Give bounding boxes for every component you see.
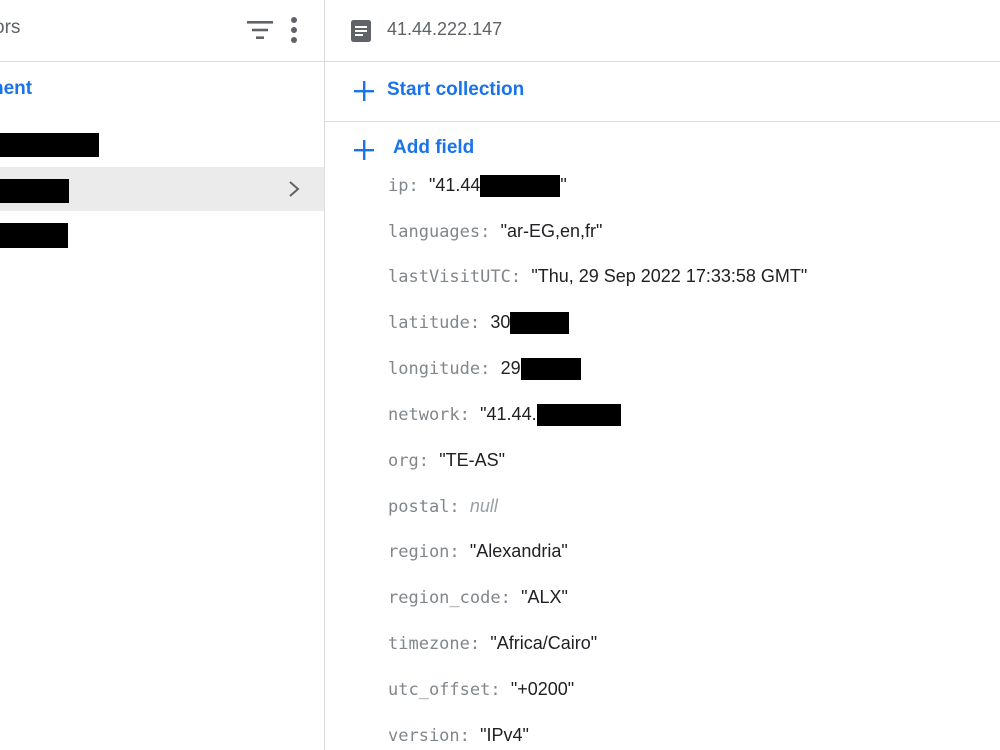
redacted-value [480,175,561,198]
field-row-latitude[interactable]: latitude: 30 [388,312,570,340]
field-key: region_code [388,588,501,608]
field-value: "41.44 [428,175,481,195]
field-row-languages[interactable]: languages: "ar-EG,en,fr" [388,221,602,249]
field-row-network[interactable]: network: "41.44. [388,404,621,432]
field-key: postal [388,497,450,517]
field-row-postal[interactable]: postal: null [388,496,498,524]
field-value: 29 [500,358,521,378]
field-colon: : [459,726,481,746]
field-row-region[interactable]: region: "Alexandria" [388,541,568,569]
redacted-document-id [0,179,69,203]
field-value: "41.44. [480,404,537,424]
field-key: utc_offset [388,680,491,700]
field-row-region-code[interactable]: region_code: "ALX" [388,587,568,615]
add-document-button[interactable]: nent [0,78,32,100]
field-row-ip[interactable]: ip: "41.44 " [388,175,567,203]
redacted-value [510,312,570,335]
field-value: 30 [490,312,511,332]
list-item-selected[interactable] [0,167,324,211]
field-key: region [388,542,450,562]
field-key: latitude [388,313,470,333]
field-value: "Alexandria" [469,541,568,561]
field-colon: : [418,451,440,471]
document-icon [351,20,371,42]
chevron-right-icon [289,181,300,197]
field-row-lastvisitutc[interactable]: lastVisitUTC: "Thu, 29 Sep 2022 17:33:58… [388,266,807,294]
firestore-console: ors nent [0,0,1000,750]
field-value-suffix: " [560,175,567,195]
field-row-org[interactable]: org: "TE-AS" [388,450,505,478]
plus-icon [354,81,374,101]
field-key: lastVisitUTC [388,267,511,287]
field-key: network [388,405,460,425]
field-value: "ar-EG,en,fr" [500,221,603,241]
plus-icon [354,140,374,160]
field-colon: : [449,542,470,562]
field-value: "+0200" [510,679,575,699]
field-key: org [388,451,419,471]
field-value: "TE-AS" [439,450,505,470]
field-value: "ALX" [521,587,568,607]
field-row-timezone[interactable]: timezone: "Africa/Cairo" [388,633,597,661]
list-item[interactable] [0,212,324,256]
field-key: longitude [388,359,481,379]
field-key: version [388,726,460,746]
field-colon: : [510,267,532,287]
field-colon: : [469,313,491,333]
field-value: "IPv4" [480,725,529,745]
document-title: 41.44.222.147 [387,19,503,39]
start-collection-button[interactable]: Start collection [387,79,524,101]
documents-panel: ors nent [0,0,325,750]
field-value-null: null [469,496,498,516]
redacted-document-id [0,223,68,248]
add-field-button[interactable]: Add field [393,137,474,159]
field-colon: : [480,359,501,379]
redacted-value [520,358,581,381]
field-row-longitude[interactable]: longitude: 29 [388,358,581,386]
more-vert-icon[interactable] [286,14,302,46]
field-key: languages [388,222,481,242]
start-collection-row: Start collection [325,62,1000,122]
field-key: timezone [388,634,470,654]
field-key: ip [388,176,409,196]
field-value: "Africa/Cairo" [490,633,598,653]
document-header: 41.44.222.147 [325,0,1000,62]
field-row-utc-offset[interactable]: utc_offset: "+0200" [388,679,574,707]
field-row-version[interactable]: version: "IPv4" [388,725,529,750]
redacted-document-id [0,133,99,157]
filter-icon[interactable] [246,18,274,42]
document-panel: 41.44.222.147 Start collection Add field… [325,0,1000,750]
field-colon: : [469,634,491,654]
field-colon: : [490,680,511,700]
field-colon: : [500,588,522,608]
field-colon: : [480,222,501,242]
documents-header: ors [0,0,324,62]
field-colon: : [408,176,429,196]
field-colon: : [449,497,470,517]
redacted-value [536,404,621,427]
field-colon: : [459,405,481,425]
documents-panel-title: ors [0,17,21,38]
list-item[interactable] [0,124,324,168]
field-value: "Thu, 29 Sep 2022 17:33:58 GMT" [531,266,808,286]
